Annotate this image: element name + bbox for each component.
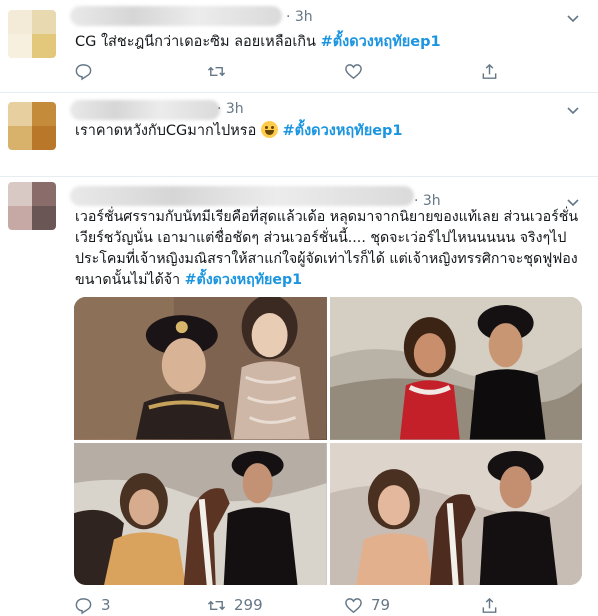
tweet-actions <box>74 60 514 82</box>
tweet-line: ประโคมที่เจ้าหญิงมณิสราให้สาแก่ใจผู้จัดเ… <box>75 251 578 267</box>
retweet-button[interactable]: 299 <box>207 594 263 616</box>
like-button[interactable]: 79 <box>344 594 390 616</box>
tweet-line-last: ขนาดนั้นไม่ได้จ้า #ตั้งดวงหฤทัยep1 <box>75 270 578 291</box>
reply-icon <box>75 597 92 614</box>
hashtag-link[interactable]: #ตั้งดวงหฤทัยep1 <box>283 123 403 139</box>
tweet-timestamp[interactable]: · 3h <box>286 9 313 25</box>
retweet-icon <box>207 66 226 76</box>
tweet-text: เวอร์ชั่นศรรามกับนัทมีเรียคือที่สุดแล้วเ… <box>75 207 578 291</box>
photo-illustration <box>74 442 327 585</box>
share-icon <box>482 597 497 613</box>
photo-illustration <box>329 442 582 585</box>
share-button[interactable] <box>480 60 499 82</box>
photo-illustration <box>329 297 582 440</box>
like-icon <box>345 63 362 79</box>
photo-couple-red-dress[interactable] <box>329 297 582 440</box>
author-name-blurred[interactable] <box>70 100 220 120</box>
tweet-line: ขนาดนั้นไม่ได้จ้า <box>75 272 185 288</box>
retweet-count: 299 <box>234 596 263 614</box>
laughing-emoji-icon <box>260 121 278 138</box>
chevron-down-icon[interactable] <box>566 104 580 118</box>
hashtag-link[interactable]: #ตั้งดวงหฤทัยep1 <box>185 272 302 288</box>
tweet-timestamp[interactable]: · 3h <box>217 101 244 117</box>
tweet-body: เราคาดหวังกับCGมากไปหรอ <box>75 123 261 139</box>
tweet-text: CG ใส่ชะฎนีกว่าเดอะซิม ลอยเหลือเกิน #ตั้… <box>75 32 441 53</box>
tweet-text: เราคาดหวังกับCGมากไปหรอ #ตั้งดวงหฤทัยep1 <box>75 121 403 142</box>
like-count: 79 <box>371 596 391 614</box>
like-button[interactable] <box>344 60 371 82</box>
author-name-blurred[interactable] <box>70 6 282 26</box>
chevron-down-icon[interactable] <box>566 12 580 26</box>
like-icon <box>345 597 362 613</box>
retweet-icon <box>207 600 226 610</box>
reply-count: 3 <box>101 596 111 614</box>
reply-button[interactable] <box>74 60 101 82</box>
photo-man-and-woman-horse[interactable] <box>329 442 582 585</box>
reply-icon <box>75 63 92 80</box>
avatar[interactable] <box>8 102 56 150</box>
hashtag-link[interactable]: #ตั้งดวงหฤทัยep1 <box>321 34 441 50</box>
avatar[interactable] <box>8 182 56 230</box>
photo-prince-and-lady[interactable] <box>74 297 327 440</box>
tweet-actions: 3 299 79 <box>74 594 514 616</box>
tweet-1[interactable]: · 3h CG ใส่ชะฎนีกว่าเดอะซิม ลอยเหลือเกิน… <box>0 0 598 93</box>
tweet-body: CG ใส่ชะฎนีกว่าเดอะซิม ลอยเหลือเกิน <box>75 34 321 50</box>
tweet-line: เวียร์ชวัญนั่น เอามาแต่ชื่อชัดๆ ส่วนเวอร… <box>75 230 567 246</box>
retweet-button[interactable] <box>207 60 234 82</box>
author-name-blurred[interactable] <box>70 186 414 206</box>
tweet-2[interactable]: · 3h เราคาดหวังกับCGมากไปหรอ #ตั้งดวงหฤท… <box>0 92 598 177</box>
avatar[interactable] <box>8 10 56 58</box>
share-button[interactable] <box>480 594 499 616</box>
photo-illustration <box>74 297 327 440</box>
photo-grid <box>74 297 582 585</box>
share-icon <box>482 63 497 79</box>
photo-woman-with-horse[interactable] <box>74 442 327 585</box>
reply-button[interactable]: 3 <box>74 594 111 616</box>
tweet-line: เวอร์ชั่นศรรามกับนัทมีเรียคือที่สุดแล้วเ… <box>75 209 579 225</box>
